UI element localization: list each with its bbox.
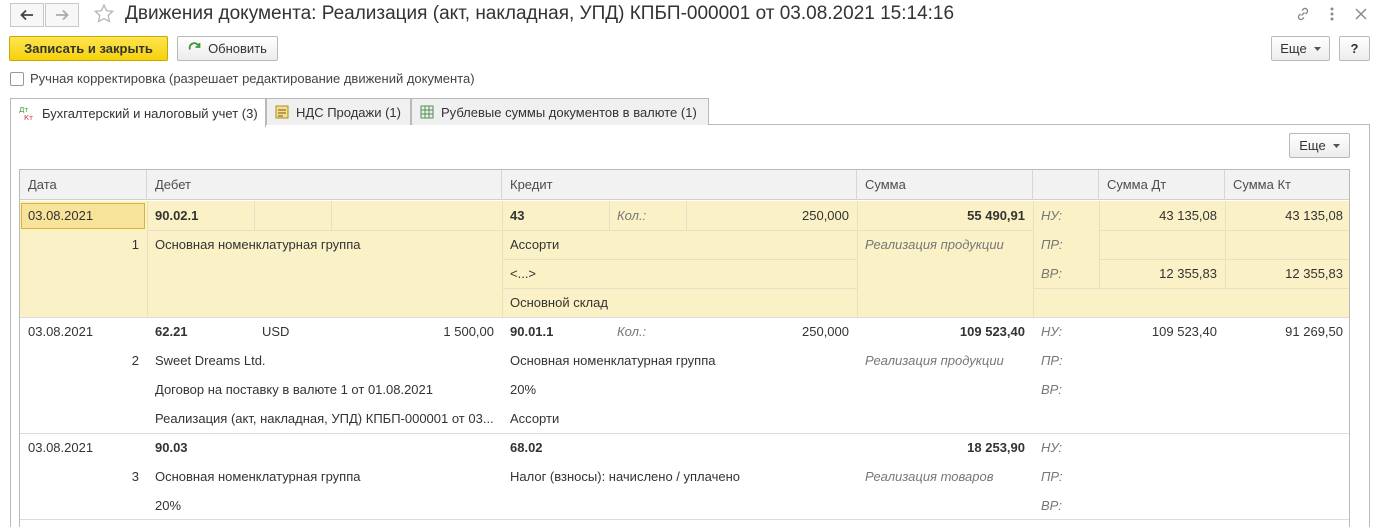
table-header: Дата Дебет Кредит Сумма Сумма Дт Сумма К… [20, 170, 1349, 200]
refresh-button[interactable]: Обновить [177, 36, 278, 61]
row2-debit-account[interactable]: 62.21 [147, 317, 254, 346]
row1-number: 1 [131, 237, 139, 252]
row3-debit-account[interactable]: 90.03 [147, 433, 254, 462]
row3-credit-sub1[interactable]: Налог (взносы): начислено / уплачено [502, 462, 857, 491]
row2-debit-currency-amount[interactable]: 1 500,00 [331, 317, 502, 346]
row2-sum-dt-nu[interactable]: 109 523,40 [1099, 317, 1225, 346]
header-sum[interactable]: Сумма [857, 170, 1033, 200]
row1-qty[interactable]: 250,000 [686, 201, 857, 230]
header-date[interactable]: Дата [20, 170, 147, 200]
manual-edit-label: Ручная корректировка (разрешает редактир… [30, 71, 475, 86]
row2-qty[interactable]: 250,000 [686, 317, 857, 346]
row2-debit-currency[interactable]: USD [254, 317, 331, 346]
header-debit[interactable]: Дебет [147, 170, 502, 200]
arrow-left-icon [20, 9, 33, 21]
header-sum-kt[interactable]: Сумма Кт [1225, 170, 1349, 200]
row3-number: 3 [131, 469, 139, 484]
row1-tax-pr: ПР: [1041, 237, 1063, 252]
row2-credit-sub1[interactable]: Основная номенклатурная группа [502, 346, 857, 375]
row2-credit-account[interactable]: 90.01.1 [502, 317, 609, 346]
row2-content[interactable]: Реализация продукции [857, 346, 1033, 375]
header-blank [1033, 170, 1099, 200]
row1-content[interactable]: Реализация продукции [857, 230, 1033, 259]
row2-date[interactable]: 03.08.2021 [20, 317, 147, 346]
tab-vat-sales-label: НДС Продажи (1) [296, 104, 401, 120]
tab-ruble-sums[interactable]: Рублевые суммы документов в валюте (1) [411, 98, 709, 125]
tab-ruble-sums-label: Рублевые суммы документов в валюте (1) [441, 104, 697, 120]
arrow-right-icon [56, 9, 69, 21]
save-and-close-button[interactable]: Записать и закрыть [9, 36, 168, 61]
tab-vat-sales[interactable]: НДС Продажи (1) [266, 98, 411, 125]
help-button[interactable]: ? [1339, 36, 1370, 61]
row2-sum-kt-nu[interactable]: 91 269,50 [1225, 317, 1349, 346]
page-title: Движения документа: Реализация (акт, нак… [125, 3, 955, 24]
row3-sum[interactable]: 18 253,90 [857, 433, 1033, 462]
row1-credit-sub3[interactable]: Основной склад [502, 288, 857, 317]
svg-text:Кт: Кт [24, 114, 33, 121]
close-icon [1355, 8, 1367, 20]
row2-debit-sub2[interactable]: Договор на поставку в валюте 1 от 01.08.… [147, 375, 502, 404]
star-icon [93, 3, 115, 23]
refresh-label: Обновить [208, 41, 267, 56]
row1-sum-dt-nu[interactable]: 43 135,08 [1099, 201, 1225, 230]
caret-down-icon [1332, 143, 1340, 148]
row2-tax-nu: НУ: [1041, 324, 1063, 339]
refresh-icon [188, 42, 201, 50]
row3-content[interactable]: Реализация товаров [857, 462, 1033, 491]
svg-text:Дт: Дт [19, 106, 29, 114]
row2-debit-sub3[interactable]: Реализация (акт, накладная, УПД) КПБП-00… [147, 404, 502, 433]
row3-tax-vr: ВР: [1041, 498, 1062, 513]
back-button[interactable] [10, 3, 44, 27]
row2-qty-label: Кол.: [617, 324, 647, 339]
row2-credit-sub3[interactable]: Ассорти [502, 404, 857, 433]
row2-tax-vr: ВР: [1041, 382, 1062, 397]
row3-tax-pr: ПР: [1041, 469, 1063, 484]
row2-sum[interactable]: 109 523,40 [857, 317, 1033, 346]
row2-number: 2 [131, 353, 139, 368]
row2-debit-sub1[interactable]: Sweet Dreams Ltd. [147, 346, 502, 375]
tab-accounting[interactable]: Дт Кт Бухгалтерский и налоговый учет (3) [10, 98, 266, 127]
favorite-star-button[interactable] [93, 3, 115, 25]
row1-sum-kt-nu[interactable]: 43 135,08 [1225, 201, 1349, 230]
row3-credit-account[interactable]: 68.02 [502, 433, 609, 462]
row1-qty-label: Кол.: [617, 208, 647, 223]
row1-credit-sub2[interactable]: <...> [502, 259, 857, 288]
row2-tax-pr: ПР: [1041, 353, 1063, 368]
close-button[interactable] [1352, 5, 1370, 23]
header-credit[interactable]: Кредит [502, 170, 857, 200]
manual-edit-checkbox[interactable] [10, 72, 24, 86]
table-more-label: Еще [1299, 138, 1326, 153]
movements-table[interactable]: Дата Дебет Кредит Сумма Сумма Дт Сумма К… [19, 169, 1350, 527]
row1-debit-sub1[interactable]: Основная номенклатурная группа [147, 230, 502, 259]
header-sum-dt[interactable]: Сумма Дт [1099, 170, 1225, 200]
vertical-dots-icon [1330, 7, 1334, 21]
tab-accounting-label: Бухгалтерский и налоговый учет (3) [42, 105, 258, 121]
more-actions-button[interactable] [1323, 5, 1341, 23]
row3-debit-sub2[interactable]: 20% [147, 491, 502, 520]
table-more-button[interactable]: Еще [1289, 133, 1350, 158]
caret-down-icon [1313, 46, 1321, 51]
link-button[interactable] [1294, 5, 1312, 23]
row1-tax-nu: НУ: [1041, 208, 1063, 223]
row1-sum-dt-vr[interactable]: 12 355,83 [1099, 259, 1225, 288]
row1-sum-kt-vr[interactable]: 12 355,83 [1225, 259, 1349, 288]
row1-tax-vr: ВР: [1041, 266, 1062, 281]
row1-credit-sub1[interactable]: Ассорти [502, 230, 857, 259]
forward-button[interactable] [45, 3, 79, 27]
row3-debit-sub1[interactable]: Основная номенклатурная группа [147, 462, 502, 491]
more-button[interactable]: Еще [1271, 36, 1330, 61]
table-icon [420, 105, 434, 119]
register-icon [275, 105, 289, 119]
row1-debit-account[interactable]: 90.02.1 [147, 201, 254, 230]
row1-sum[interactable]: 55 490,91 [857, 201, 1033, 230]
row2-credit-sub2[interactable]: 20% [502, 375, 857, 404]
row1-credit-account[interactable]: 43 [502, 201, 609, 230]
row3-date[interactable]: 03.08.2021 [20, 433, 147, 462]
more-label: Еще [1280, 41, 1307, 56]
link-icon [1297, 7, 1309, 21]
dt-kt-icon: Дт Кт [19, 105, 35, 121]
row3-tax-nu: НУ: [1041, 440, 1063, 455]
row1-date[interactable]: 03.08.2021 [20, 201, 147, 230]
